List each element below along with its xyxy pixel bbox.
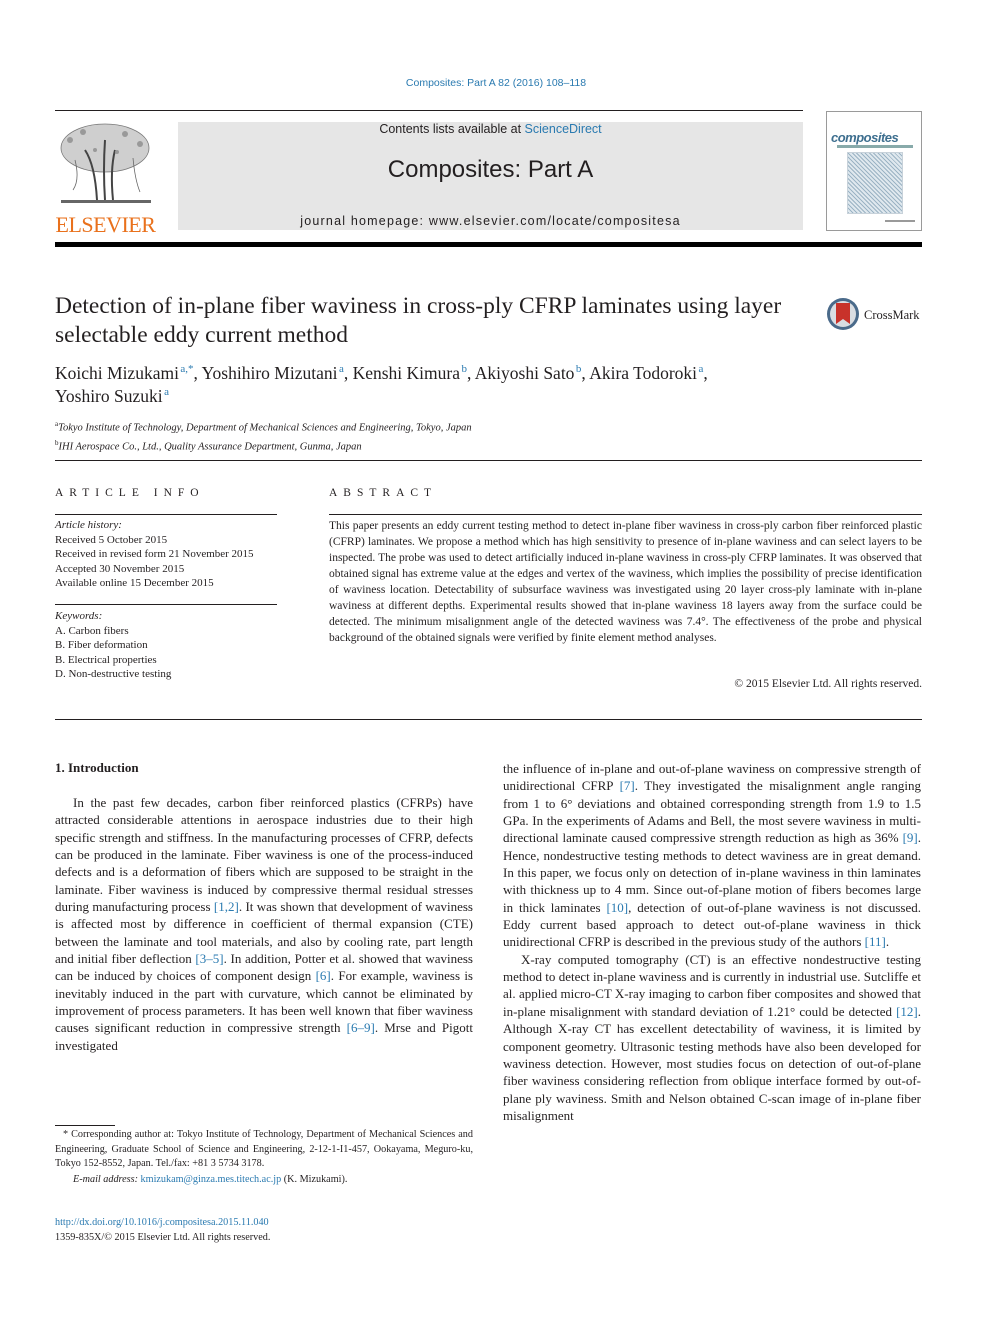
- history-item: Accepted 30 November 2015: [55, 562, 185, 575]
- crossmark-icon: [827, 298, 859, 330]
- doi-link[interactable]: http://dx.doi.org/10.1016/j.compositesa.…: [55, 1217, 269, 1228]
- author[interactable]: Akira Todoroki a: [589, 363, 703, 383]
- header-thick-rule: [55, 242, 922, 247]
- author-affiliation-marker[interactable]: a,*: [180, 363, 193, 375]
- author[interactable]: Yoshihiro Mizutani a: [202, 363, 344, 383]
- keywords: Keywords: A. Carbon fibers B. Fiber defo…: [55, 609, 280, 682]
- author[interactable]: Kenshi Kimura b: [353, 363, 467, 383]
- homepage-prefix: journal homepage:: [300, 214, 429, 228]
- affiliations: aTokyo Institute of Technology, Departme…: [55, 417, 855, 454]
- abstract-bottom-rule: [55, 719, 922, 720]
- journal-cover-thumbnail[interactable]: composites: [826, 111, 922, 231]
- elsevier-tree-icon: [60, 123, 151, 203]
- author-affiliation-marker[interactable]: a: [164, 386, 169, 398]
- sciencedirect-link[interactable]: ScienceDirect: [525, 122, 602, 136]
- affiliation-b: bIHI Aerospace Co., Ltd., Quality Assura…: [55, 438, 362, 453]
- elsevier-logo[interactable]: ELSEVIER: [53, 120, 158, 237]
- history-item: Received in revised form 21 November 201…: [55, 548, 254, 560]
- reference-link[interactable]: [1,2]: [214, 899, 239, 914]
- journal-homepage: journal homepage: www.elsevier.com/locat…: [178, 214, 803, 228]
- abstract-text: This paper presents an eddy current test…: [329, 520, 922, 644]
- article-info-heading: ARTICLE INFO: [55, 487, 205, 499]
- journal-title: Composites: Part A: [387, 156, 594, 183]
- author-list: Koichi Mizukami a,*, Yoshihiro Mizutani …: [55, 363, 708, 406]
- abstract-copyright: © 2015 Elsevier Ltd. All rights reserved…: [734, 678, 922, 690]
- section-heading-introduction: 1. Introduction: [55, 760, 139, 775]
- reference-link[interactable]: [12]: [896, 1004, 918, 1019]
- author[interactable]: Akiyoshi Sato b: [475, 363, 582, 383]
- email-owner: (K. Mizukami).: [281, 1173, 348, 1185]
- cover-artwork: [847, 152, 903, 214]
- footnote-rule: [55, 1125, 115, 1126]
- journal-banner: Contents lists available at ScienceDirec…: [178, 122, 803, 230]
- crossmark-button[interactable]: CrossMark: [826, 297, 926, 333]
- keyword-item: D. Non-destructive testing: [55, 668, 172, 680]
- issn-copyright: 1359-835X/© 2015 Elsevier Ltd. All right…: [55, 1231, 271, 1243]
- crossmark-label: CrossMark: [864, 308, 920, 322]
- section-divider: [55, 460, 922, 461]
- header-top-rule: [55, 110, 803, 111]
- body-column-left: In the past few decades, carbon fiber re…: [55, 794, 473, 1054]
- reference-link[interactable]: [9]: [903, 830, 918, 845]
- keywords-rule: [55, 604, 277, 605]
- homepage-url[interactable]: www.elsevier.com/locate/compositesa: [429, 214, 681, 228]
- email-label: E-mail address:: [73, 1173, 141, 1185]
- reference-link[interactable]: [6]: [316, 968, 331, 983]
- doi-block: http://dx.doi.org/10.1016/j.compositesa.…: [55, 1216, 473, 1245]
- affiliation-a: aTokyo Institute of Technology, Departme…: [55, 420, 472, 434]
- reference-link[interactable]: [6–9]: [347, 1020, 375, 1035]
- abstract-rule: [329, 514, 922, 515]
- keyword-item: B. Electrical properties: [55, 653, 157, 666]
- cover-title: composites: [831, 130, 899, 145]
- history-item: Available online 15 December 2015: [55, 577, 214, 589]
- reference-link[interactable]: [10]: [606, 900, 628, 915]
- email-link[interactable]: kmizukam@ginza.mes.titech.ac.jp: [141, 1174, 282, 1185]
- article-history: Article history: Received 5 October 2015…: [55, 518, 280, 591]
- keyword-item: A. Carbon fibers: [55, 624, 129, 637]
- corresponding-author-footnote: * Corresponding author at: Tokyo Institu…: [55, 1128, 473, 1187]
- keyword-item: B. Fiber deformation: [55, 639, 148, 651]
- article-history-label: Article history:: [55, 519, 122, 531]
- corresponding-author-text: * Corresponding author at: Tokyo Institu…: [55, 1129, 473, 1169]
- reference-link[interactable]: [7]: [620, 778, 635, 793]
- contents-prefix: Contents lists available at: [379, 122, 525, 136]
- body-paragraph: In the past few decades, carbon fiber re…: [55, 795, 473, 1053]
- abstract-heading: ABSTRACT: [329, 487, 438, 499]
- author[interactable]: Yoshiro Suzuki a: [55, 386, 169, 406]
- reference-link[interactable]: [3–5]: [195, 951, 223, 966]
- cover-subtitle-bar: [837, 145, 913, 148]
- contents-line: Contents lists available at ScienceDirec…: [178, 122, 803, 136]
- body-column-right: the influence of in-plane and out-of-pla…: [503, 760, 921, 1124]
- journal-citation-link[interactable]: Composites: Part A 82 (2016) 108–118: [0, 77, 992, 89]
- author[interactable]: Koichi Mizukami a,*: [55, 363, 194, 383]
- body-paragraph: X-ray computed tomography (CT) is an eff…: [503, 951, 921, 1123]
- history-item: Received 5 October 2015: [55, 533, 168, 546]
- reference-link[interactable]: [11]: [865, 934, 886, 949]
- cover-footer-bar: [885, 220, 915, 222]
- publisher-name: ELSEVIER: [55, 212, 156, 237]
- article-info-rule: [55, 514, 277, 515]
- body-paragraph: the influence of in-plane and out-of-pla…: [503, 761, 922, 950]
- email-line: E-mail address: kmizukam@ginza.mes.titec…: [55, 1173, 473, 1188]
- keywords-label: Keywords:: [55, 610, 103, 622]
- article-title: Detection of in-plane fiber waviness in …: [55, 293, 782, 348]
